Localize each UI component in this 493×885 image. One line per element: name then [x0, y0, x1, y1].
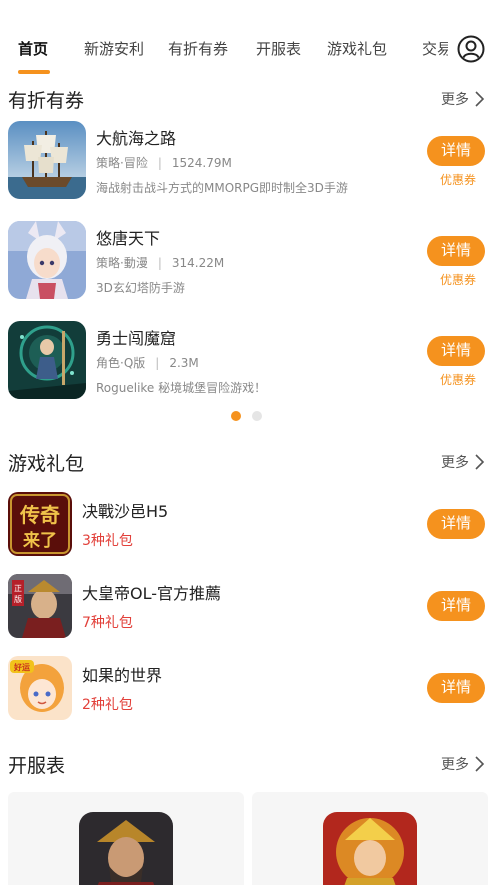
- section-title: 有折有券: [8, 90, 85, 112]
- game-meta: 策略·冒险 | 1524.79M: [96, 154, 232, 171]
- more-link[interactable]: 更多: [441, 452, 485, 472]
- carousel-dot-active[interactable]: [231, 411, 241, 421]
- carousel-indicator: [231, 411, 262, 421]
- list-item[interactable]: 传奇 来了 决戰沙邑H5 3种礼包 详情: [0, 492, 493, 558]
- svg-text:版: 版: [14, 594, 22, 604]
- tab-gift-packs[interactable]: 游戏礼包: [327, 38, 387, 59]
- tab-new-games[interactable]: 新游安利: [84, 38, 144, 59]
- coupon-tag: 优惠券: [439, 273, 476, 287]
- game-name: 悠唐天下: [96, 229, 161, 248]
- game-name: 勇士闯魔窟: [96, 329, 177, 348]
- more-link[interactable]: 更多: [441, 89, 485, 109]
- game-size: 2.3M: [169, 356, 199, 370]
- svg-text:好运: 好运: [13, 662, 30, 672]
- game-name: 如果的世界: [82, 666, 163, 685]
- game-genre: 角色·Q版: [96, 356, 146, 370]
- details-button[interactable]: 详情: [427, 236, 485, 266]
- svg-text:传奇: 传奇: [19, 503, 60, 527]
- more-link[interactable]: 更多: [441, 754, 485, 774]
- list-item[interactable]: 悠唐天下 策略·動漫 | 314.22M 3D玄幻塔防手游 详情 优惠券: [0, 221, 493, 301]
- more-label: 更多: [441, 455, 469, 471]
- game-icon: 传奇 来了: [8, 492, 72, 556]
- game-icon: 好运: [8, 656, 72, 720]
- section-title: 游戏礼包: [8, 453, 85, 475]
- active-tab-indicator: [18, 70, 50, 74]
- details-button[interactable]: 详情: [427, 591, 485, 621]
- gift-count: 2种礼包: [82, 697, 133, 713]
- game-description: 海战射击战斗方式的MMORPG即时制全3D手游: [96, 181, 348, 195]
- chevron-right-icon: [475, 91, 485, 107]
- servers-section-header: 开服表 更多: [0, 751, 493, 781]
- section-title: 开服表: [8, 755, 66, 777]
- game-icon: [8, 321, 86, 399]
- tab-home[interactable]: 首页: [18, 38, 48, 59]
- top-tab-bar: 首页 新游安利 有折有券 开服表 游戏礼包 交易: [0, 0, 493, 78]
- carousel-dot[interactable]: [252, 411, 262, 421]
- meta-separator: |: [157, 256, 162, 270]
- coupons-section-header: 有折有券 更多: [0, 86, 493, 116]
- game-icon: [8, 221, 86, 299]
- game-description: Roguelike 秘境城堡冒险游戏！: [96, 381, 267, 395]
- details-button[interactable]: 详情: [427, 336, 485, 366]
- server-card[interactable]: [8, 792, 244, 885]
- game-icon: [323, 812, 417, 885]
- svg-text:来了: 来了: [22, 530, 57, 551]
- chevron-right-icon: [475, 454, 485, 470]
- details-button[interactable]: 详情: [427, 136, 485, 166]
- game-icon: [79, 812, 173, 885]
- gift-count: 7种礼包: [82, 615, 133, 631]
- game-icon: 正 版: [8, 574, 72, 638]
- meta-separator: |: [155, 356, 160, 370]
- game-name: 大航海之路: [96, 129, 177, 148]
- details-button[interactable]: 详情: [427, 673, 485, 703]
- game-icon: [8, 121, 86, 199]
- more-label: 更多: [441, 757, 469, 773]
- coupon-tag: 优惠券: [439, 373, 476, 387]
- tab-coupons[interactable]: 有折有券: [168, 38, 228, 59]
- gift-count: 3种礼包: [82, 533, 133, 549]
- svg-text:正: 正: [14, 584, 22, 593]
- list-item[interactable]: 正 版 大皇帝OL-官方推薦 7种礼包 详情: [0, 574, 493, 640]
- gifts-section-header: 游戏礼包 更多: [0, 449, 493, 479]
- chevron-right-icon: [475, 756, 485, 772]
- list-item[interactable]: 勇士闯魔窟 角色·Q版 | 2.3M Roguelike 秘境城堡冒险游戏！ 详情 …: [0, 321, 493, 401]
- list-item[interactable]: 大航海之路 策略·冒险 | 1524.79M 海战射击战斗方式的MMORPG即时制全…: [0, 121, 493, 201]
- more-label: 更多: [441, 92, 469, 108]
- coupon-tag: 优惠券: [439, 173, 476, 187]
- game-genre: 策略·動漫: [96, 256, 148, 270]
- tab-trade[interactable]: 交易: [422, 38, 448, 59]
- game-meta: 角色·Q版 | 2.3M: [96, 354, 199, 371]
- meta-separator: |: [157, 156, 162, 170]
- game-name: 决戰沙邑H5: [82, 502, 169, 521]
- list-item[interactable]: 好运 如果的世界 2种礼包 详情: [0, 656, 493, 722]
- user-circle-icon[interactable]: [457, 35, 485, 63]
- details-button[interactable]: 详情: [427, 509, 485, 539]
- game-meta: 策略·動漫 | 314.22M: [96, 254, 224, 271]
- game-description: 3D玄幻塔防手游: [96, 281, 185, 295]
- server-card[interactable]: [252, 792, 488, 885]
- tab-server-list[interactable]: 开服表: [256, 38, 301, 59]
- game-genre: 策略·冒险: [96, 156, 148, 170]
- game-size: 1524.79M: [171, 156, 232, 170]
- game-size: 314.22M: [171, 256, 225, 270]
- game-name: 大皇帝OL-官方推薦: [82, 584, 222, 603]
